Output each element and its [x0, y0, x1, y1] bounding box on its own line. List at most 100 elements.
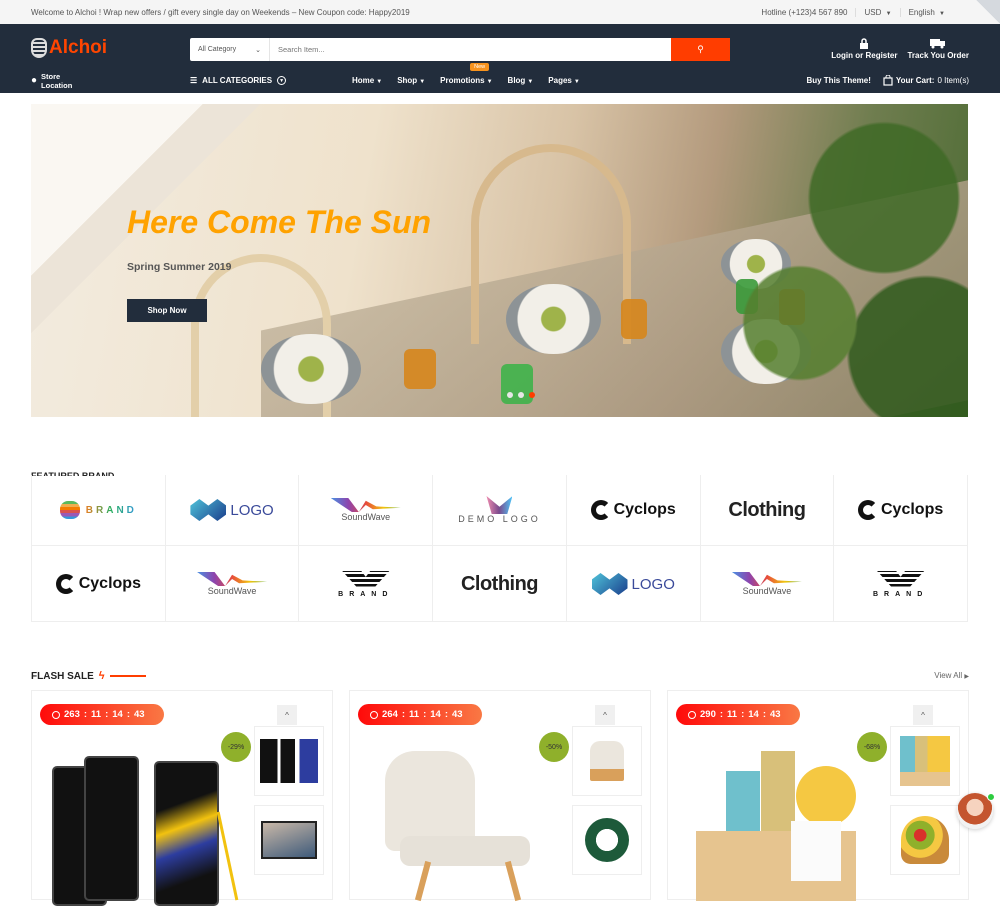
product-thumbnail[interactable]: [254, 805, 324, 875]
clock-icon: [370, 710, 378, 719]
brand-logo[interactable]: SoundWave: [700, 545, 835, 622]
slider-dot-active[interactable]: [529, 392, 535, 398]
hero-subtitle: Spring Summer 2019: [127, 261, 232, 273]
flash-sale-card: 264 : 11 : 14 : 43 ^ -50%: [349, 690, 651, 902]
live-chat-avatar[interactable]: [957, 793, 995, 829]
brand-logo[interactable]: BRAND: [32, 475, 166, 545]
countdown-timer: 263 : 11 : 14 : 43: [40, 704, 164, 725]
product-image[interactable]: [696, 741, 876, 901]
countdown-timer: 264 : 11 : 14 : 43: [358, 704, 482, 725]
menu-pages[interactable]: Pages ▼: [548, 76, 580, 85]
brand-logo[interactable]: Cyclops: [567, 475, 701, 545]
menu-home[interactable]: Home ▼: [352, 76, 382, 85]
brand-logo[interactable]: Clothing: [433, 545, 567, 622]
brand-logo[interactable]: Clothing: [701, 475, 835, 545]
currency-select[interactable]: USD ▼: [855, 7, 899, 17]
hexagon-logo-icon: [190, 499, 227, 521]
chevron-down-icon: ▼: [573, 79, 580, 85]
logo[interactable]: Alchoi: [31, 37, 107, 59]
product-thumbnail[interactable]: [572, 726, 642, 796]
hero-title: Here Come The Sun: [127, 204, 432, 240]
brand-logo[interactable]: SoundWave: [165, 545, 300, 622]
chevron-circle-down-icon: ▼: [277, 76, 287, 85]
wings-logo-icon: [341, 570, 390, 587]
all-categories-button[interactable]: ☰ ALL CATEGORIES ▼: [190, 76, 287, 85]
logo-icon: [31, 38, 47, 58]
chevron-down-icon: ▼: [419, 79, 426, 85]
category-select[interactable]: All Category ⌄: [190, 38, 270, 61]
login-register-link[interactable]: Login or Register: [831, 38, 897, 60]
brand-logo[interactable]: Cyclops: [834, 475, 968, 545]
product-image[interactable]: [48, 751, 248, 906]
slider-dot[interactable]: [507, 392, 513, 398]
language-select[interactable]: English ▼: [899, 7, 953, 17]
buy-theme-link[interactable]: Buy This Theme!: [806, 76, 870, 85]
store-location-link[interactable]: ● Store Location: [31, 72, 77, 90]
lock-icon: [860, 38, 869, 49]
thumb-scroll-up-button[interactable]: ^: [595, 705, 615, 725]
wave-logo-icon: [197, 572, 268, 586]
search-input[interactable]: [270, 38, 671, 61]
flash-sale-heading: FLASH SALE ϟ: [31, 670, 146, 682]
search-bar: All Category⌄ ⚲: [190, 38, 730, 61]
product-thumbnail[interactable]: [572, 805, 642, 875]
view-all-link[interactable]: View All ▶: [934, 671, 969, 680]
truck-icon: [930, 39, 946, 49]
cart-button[interactable]: Your Cart: 0 Item(s): [883, 75, 969, 86]
clock-icon: [52, 710, 60, 719]
crown-logo-icon: [486, 496, 513, 514]
brand-logo[interactable]: LOGO: [566, 545, 701, 622]
lightning-icon: ϟ: [98, 670, 105, 682]
flash-sale-card: 263 : 11 : 14 : 43 ^ -29%: [31, 690, 333, 906]
caret-right-icon: ▶: [964, 674, 969, 680]
header: Alchoi All Category⌄ ⚲ Login or Register…: [0, 24, 1000, 93]
slider-dots: [507, 392, 535, 398]
product-thumbnail[interactable]: [254, 726, 324, 796]
thumb-scroll-up-button[interactable]: ^: [913, 705, 933, 725]
brand-logo[interactable]: LOGO: [166, 475, 300, 545]
online-status-indicator: [987, 793, 995, 801]
chevron-down-icon: ▼: [939, 10, 945, 17]
cyclops-logo-icon: [858, 500, 878, 520]
brand-logo[interactable]: Cyclops: [32, 545, 166, 622]
track-order-link[interactable]: Track You Order: [907, 38, 969, 60]
brand-logo[interactable]: BRAND: [834, 545, 968, 622]
shopping-bag-icon: [883, 75, 893, 86]
plant-image: [688, 104, 968, 417]
clock-icon: [688, 710, 696, 719]
brand-logo[interactable]: BRAND: [299, 545, 434, 622]
menu-promotions[interactable]: New Promotions ▼: [440, 63, 493, 85]
menu-shop[interactable]: Shop ▼: [397, 76, 425, 85]
top-bar: Welcome to Alchoi ! Wrap new offers / gi…: [0, 0, 1000, 24]
wings-logo-icon: [876, 570, 925, 587]
chevron-down-icon: ▼: [376, 79, 383, 85]
search-button[interactable]: ⚲: [671, 38, 730, 61]
map-pin-icon: ●: [31, 75, 38, 86]
chevron-down-icon: ⌄: [255, 46, 261, 54]
product-image[interactable]: [380, 751, 560, 902]
hotline: Hotline (+123)4 567 890: [761, 7, 848, 17]
chevron-up-icon: ^: [603, 710, 607, 720]
thumb-scroll-up-button[interactable]: ^: [277, 705, 297, 725]
hexagon-logo-icon: [591, 573, 628, 595]
new-badge: New: [470, 63, 490, 71]
menu-blog[interactable]: Blog ▼: [508, 76, 534, 85]
shop-now-button[interactable]: Shop Now: [127, 299, 207, 322]
hero-banner: Here Come The Sun Spring Summer 2019 Sho…: [31, 104, 968, 417]
cyclops-logo-icon: [55, 574, 76, 594]
search-icon: ⚲: [697, 44, 704, 54]
chevron-down-icon: ▼: [527, 79, 534, 85]
product-thumbnail[interactable]: [890, 805, 960, 875]
welcome-message: Welcome to Alchoi ! Wrap new offers / gi…: [31, 7, 410, 17]
chevron-down-icon: ▼: [486, 79, 493, 85]
brand-logo[interactable]: SoundWave: [299, 475, 434, 545]
cyclops-logo-icon: [590, 500, 611, 520]
page-corner-toggle[interactable]: [976, 0, 1000, 24]
brand-logo[interactable]: DEMO LOGO: [433, 475, 567, 545]
chevron-down-icon: ▼: [885, 10, 892, 17]
countdown-timer: 290 : 11 : 14 : 43: [676, 704, 800, 725]
wave-logo-icon: [731, 572, 802, 586]
chevron-up-icon: ^: [285, 710, 289, 720]
product-thumbnail[interactable]: [890, 726, 960, 796]
slider-dot[interactable]: [518, 392, 524, 398]
